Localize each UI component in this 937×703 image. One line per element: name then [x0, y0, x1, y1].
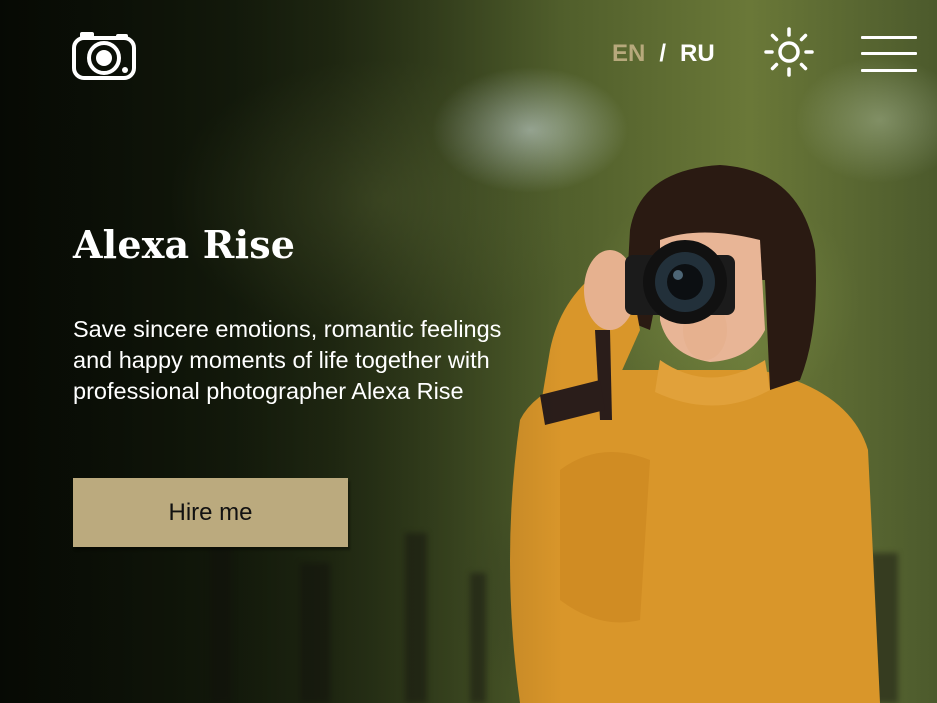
sun-icon[interactable] — [764, 27, 814, 77]
camera-logo-icon[interactable] — [72, 30, 136, 80]
hero-title: Alexa Rise — [73, 222, 296, 267]
hamburger-menu-icon[interactable] — [861, 36, 917, 72]
lang-ru-link[interactable]: RU — [680, 40, 715, 68]
hire-me-button[interactable]: Hire me — [73, 478, 348, 547]
hero-description-line: and happy moments of life together with — [73, 347, 490, 373]
lang-separator: / — [659, 40, 667, 67]
hero-description: Save sincere emotions, romantic feelings… — [73, 314, 573, 407]
lang-en-link[interactable]: EN — [612, 40, 645, 68]
language-switcher: EN / RU — [612, 40, 715, 68]
hero-description-line: professional photographer Alexa Rise — [73, 378, 464, 404]
hero-description-line: Save sincere emotions, romantic feelings — [73, 316, 502, 342]
